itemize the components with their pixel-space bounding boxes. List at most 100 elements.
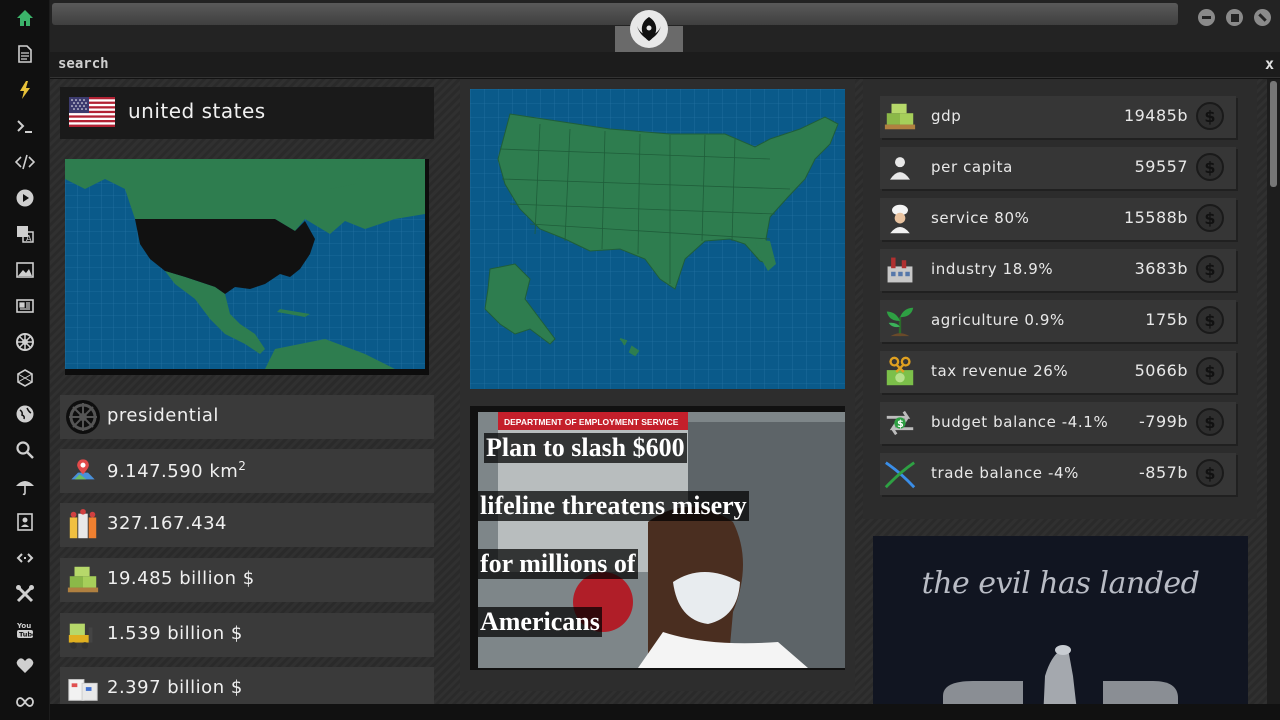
area-unit-superscript: 2 (238, 459, 247, 473)
lightning-icon[interactable] (13, 78, 37, 102)
econ-value: -799b (1139, 412, 1188, 431)
dollar-icon[interactable]: $ (1196, 204, 1224, 232)
minimize-button[interactable] (1198, 9, 1215, 26)
north-america-map (65, 159, 425, 369)
population-row: 327.167.434 (60, 503, 434, 547)
us-flag-icon (69, 97, 115, 127)
search-strip: search x (50, 52, 1280, 78)
svg-text:$: $ (897, 419, 904, 430)
econ-label: gdp (931, 107, 962, 125)
sidebar: A You Tube (0, 0, 50, 720)
infinity-icon[interactable] (13, 690, 37, 714)
bottom-strip (50, 704, 1280, 720)
econ-value: 15588b (1123, 208, 1188, 227)
hexagon-icon[interactable] (13, 366, 37, 390)
vertical-scrollbar[interactable] (1267, 79, 1280, 720)
empire-icon[interactable] (13, 330, 37, 354)
economy-panel: gdp 19485b $ per capita 59557 $ service … (863, 79, 1257, 519)
scrollbar-thumb[interactable] (1270, 81, 1277, 187)
top-bar (50, 0, 1280, 52)
dollar-icon[interactable]: $ (1196, 306, 1224, 334)
rebel-logo-icon[interactable] (630, 10, 668, 48)
heart-icon[interactable] (13, 654, 37, 678)
second-stat-row: 1.539 billion $ (60, 613, 434, 657)
contact-icon[interactable] (13, 510, 37, 534)
third-stat-value: 2.397 billion $ (107, 677, 243, 698)
plant-icon (882, 303, 918, 339)
area-text: 9.147.590 km (107, 461, 239, 482)
gdp-value: 19.485 billion $ (107, 568, 255, 589)
econ-label: agriculture 0.9% (931, 311, 1065, 329)
umbrella-icon[interactable] (13, 474, 37, 498)
dollar-icon[interactable]: $ (1196, 102, 1224, 130)
news-icon[interactable] (13, 294, 37, 318)
area-value: 9.147.590 km2 (107, 459, 246, 482)
news-card[interactable]: DEPARTMENT OF EMPLOYMENT SERVICE Plan to… (470, 406, 845, 670)
econ-row-budget-balance[interactable]: $ budget balance -4.1% -799b $ (880, 402, 1236, 444)
econ-value: 3683b (1134, 259, 1188, 278)
factory-icon (882, 252, 918, 288)
country-column: united states presidential 9.147.590 km2… (50, 79, 450, 720)
maximize-button[interactable] (1226, 9, 1243, 26)
population-icon (64, 507, 102, 543)
econ-label: per capita (931, 158, 1013, 176)
play-icon[interactable] (13, 186, 37, 210)
youtube-icon[interactable]: You Tube (13, 618, 37, 642)
forklift-cash-icon (64, 617, 102, 653)
svg-text:A: A (26, 234, 32, 243)
document-icon[interactable] (13, 42, 37, 66)
svg-text:Tube: Tube (19, 631, 35, 639)
cash-pallet-icon (64, 562, 102, 598)
dollar-icon[interactable]: $ (1196, 408, 1224, 436)
chef-icon (882, 201, 918, 237)
trade-cross-icon (882, 456, 918, 492)
gdp-row: 19.485 billion $ (60, 558, 434, 602)
search-close-button[interactable]: x (1265, 55, 1274, 73)
dollar-icon[interactable]: $ (1196, 255, 1224, 283)
promo-text: the evil has landed (921, 566, 1200, 601)
usa-states-map (470, 89, 845, 389)
country-header: united states (60, 87, 434, 139)
search-icon[interactable] (13, 438, 37, 462)
news-headline-line-1: Plan to slash $600 (484, 433, 687, 463)
econ-row-gdp[interactable]: gdp 19485b $ (880, 96, 1236, 138)
home-icon[interactable] (13, 6, 37, 30)
dollar-icon[interactable]: $ (1196, 459, 1224, 487)
world-map[interactable] (65, 159, 429, 375)
money-cut-icon (882, 354, 918, 390)
econ-row-tax-revenue[interactable]: tax revenue 26% 5066b $ (880, 351, 1236, 393)
app-window: A You Tube search x united states presid… (0, 0, 1280, 720)
translate-icon[interactable]: A (13, 222, 37, 246)
main-content: united states presidential 9.147.590 km2… (50, 79, 1280, 720)
dollar-icon[interactable]: $ (1196, 153, 1224, 181)
dollar-icon[interactable]: $ (1196, 357, 1224, 385)
image-icon[interactable] (13, 258, 37, 282)
econ-row-per-capita[interactable]: per capita 59557 $ (880, 147, 1236, 189)
promo-banner[interactable]: the evil has landed (873, 536, 1248, 720)
econ-value: 5066b (1134, 361, 1188, 380)
us-map[interactable] (470, 89, 845, 389)
globe-icon[interactable] (13, 402, 37, 426)
econ-label: industry 18.9% (931, 260, 1054, 278)
econ-value: -857b (1139, 463, 1188, 482)
link-icon[interactable] (13, 546, 37, 570)
terminal-icon[interactable] (13, 114, 37, 138)
econ-label: trade balance -4% (931, 464, 1079, 482)
close-window-button[interactable] (1254, 9, 1271, 26)
econ-value: 175b (1145, 310, 1188, 329)
address-bar[interactable] (52, 3, 1178, 25)
econ-label: tax revenue 26% (931, 362, 1069, 380)
econ-row-industry[interactable]: industry 18.9% 3683b $ (880, 249, 1236, 291)
econ-row-agriculture[interactable]: agriculture 0.9% 175b $ (880, 300, 1236, 342)
econ-value: 59557 (1134, 157, 1188, 176)
search-label[interactable]: search (58, 56, 109, 72)
boxes-icon (64, 671, 102, 707)
economy-column: gdp 19485b $ per capita 59557 $ service … (863, 79, 1257, 720)
econ-row-service[interactable]: service 80% 15588b $ (880, 198, 1236, 240)
code-icon[interactable] (13, 150, 37, 174)
country-name: united states (128, 99, 266, 123)
budget-arrows-icon: $ (882, 405, 918, 441)
person-icon (882, 150, 918, 186)
econ-row-trade-balance[interactable]: trade balance -4% -857b $ (880, 453, 1236, 495)
tools-icon[interactable] (13, 582, 37, 606)
